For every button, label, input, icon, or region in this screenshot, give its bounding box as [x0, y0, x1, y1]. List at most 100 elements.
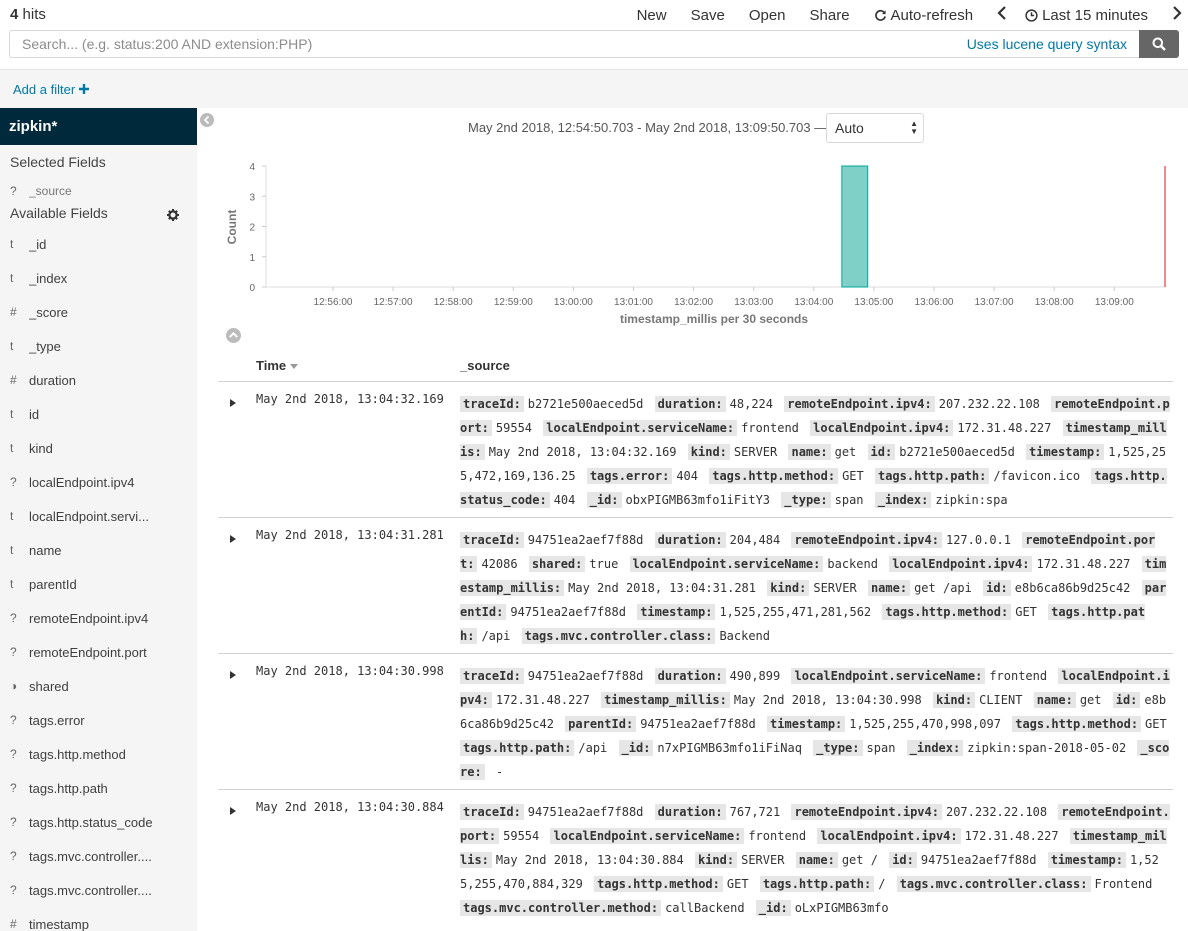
x-tick-label: 12:58:00	[434, 297, 473, 308]
gear-icon[interactable]	[167, 208, 179, 224]
source-field-key: id:	[1112, 692, 1141, 708]
field-type-icon: ?	[10, 475, 17, 489]
selected-field-item[interactable]: ? _source	[0, 176, 197, 205]
source-field-key: tags.http.path:	[759, 876, 875, 892]
x-tick-label: 13:01:00	[614, 297, 653, 308]
add-filter-button[interactable]: Add a filter	[13, 82, 89, 97]
time-back-button[interactable]	[997, 6, 1007, 24]
auto-refresh-label: Auto-refresh	[890, 6, 974, 24]
source-field-key: _id:	[755, 900, 791, 916]
source-field-key: traceId:	[460, 804, 524, 820]
documents-table: Time _source May 2nd 2018, 13:04:32.169 …	[218, 350, 1173, 931]
source-field-key: kind:	[687, 444, 730, 460]
available-field-item[interactable]: # timestamp	[0, 907, 197, 931]
available-field-item[interactable]: t _type	[0, 329, 197, 363]
y-tick-label: 4	[249, 162, 255, 173]
source-field-value: GET	[726, 877, 749, 891]
available-fields-header: Available Fields	[0, 205, 197, 227]
field-type-icon: ?	[10, 883, 17, 897]
source-field-value: e8b6ca86b9d25c42	[1014, 581, 1131, 595]
source-field-key: tags.mvc.controller.method:	[460, 900, 662, 916]
field-name: tags.error	[29, 712, 85, 728]
interval-select[interactable]: Auto ▲ ▼	[826, 113, 924, 143]
open-button[interactable]: Open	[749, 7, 786, 24]
collapse-sidebar-button[interactable]	[200, 113, 214, 130]
field-name: parentId	[29, 576, 77, 592]
table-header: Time _source	[218, 350, 1173, 382]
field-name: _source	[29, 183, 72, 198]
save-button[interactable]: Save	[691, 7, 725, 24]
available-field-item[interactable]: ? tags.http.path	[0, 771, 197, 805]
source-field-key: tags.http.method:	[1012, 716, 1142, 732]
share-button[interactable]: Share	[810, 7, 850, 24]
source-field-key: parentId:	[565, 716, 637, 732]
available-field-item[interactable]: t localEndpoint.servi...	[0, 499, 197, 533]
x-tick-label: 13:04:00	[794, 297, 833, 308]
row-timestamp: May 2nd 2018, 13:04:32.169	[256, 392, 444, 406]
available-field-item[interactable]: ? tags.mvc.controller....	[0, 839, 197, 873]
available-field-item[interactable]: ? tags.error	[0, 703, 197, 737]
x-tick-label: 12:59:00	[494, 297, 533, 308]
field-name: remoteEndpoint.port	[29, 644, 147, 660]
available-field-item[interactable]: ? tags.mvc.controller....	[0, 873, 197, 907]
source-field-key: remoteEndpoint.ipv4:	[791, 532, 942, 548]
source-field-key: localEndpoint.serviceName:	[550, 828, 745, 844]
available-field-item[interactable]: ? tags.http.status_code	[0, 805, 197, 839]
histogram-bar	[841, 165, 869, 288]
source-field-key: tags.error:	[586, 468, 673, 484]
field-name: id	[29, 406, 40, 422]
time-column-header[interactable]: Time	[256, 358, 298, 373]
available-field-item[interactable]: ? localEndpoint.ipv4	[0, 465, 197, 499]
available-field-item[interactable]: ? tags.http.method	[0, 737, 197, 771]
available-field-item[interactable]: t name	[0, 533, 197, 567]
available-field-item[interactable]: ? remoteEndpoint.ipv4	[0, 601, 197, 635]
available-field-item[interactable]: t _id	[0, 227, 197, 261]
available-field-item[interactable]: t _index	[0, 261, 197, 295]
field-type-icon: #	[10, 917, 17, 931]
chevron-left-circle-icon	[200, 113, 214, 127]
expand-row-button[interactable]	[230, 530, 236, 546]
source-field-value: SERVER	[733, 445, 778, 459]
available-field-item[interactable]: t parentId	[0, 567, 197, 601]
field-name: timestamp	[29, 916, 89, 931]
source-column-header: _source	[460, 358, 510, 373]
field-name: duration	[29, 372, 76, 388]
available-field-item[interactable]: ? remoteEndpoint.port	[0, 635, 197, 669]
source-field-value: 94751ea2aef7f88d	[640, 717, 756, 731]
time-forward-button[interactable]	[1172, 6, 1182, 24]
new-button[interactable]: New	[637, 7, 667, 24]
source-field-value: May 2nd 2018, 13:04:30.884	[495, 853, 684, 867]
search-button[interactable]	[1139, 30, 1179, 58]
available-field-item[interactable]: t kind	[0, 431, 197, 465]
field-type-icon: ?	[10, 713, 17, 727]
source-field-value: frontend	[741, 421, 799, 435]
lucene-syntax-link[interactable]: Uses lucene query syntax	[967, 36, 1127, 52]
y-tick-label: 3	[249, 192, 255, 203]
source-field-value: SERVER	[813, 581, 857, 595]
y-tick-label: 2	[249, 223, 255, 234]
field-name: name	[29, 542, 62, 558]
source-field-value: span	[866, 741, 896, 755]
source-field-value: GET	[842, 469, 864, 483]
source-field-key: tags.http.method:	[882, 604, 1012, 620]
expand-row-button[interactable]	[230, 394, 236, 410]
available-field-item[interactable]: # _score	[0, 295, 197, 329]
auto-refresh-button[interactable]: Auto-refresh	[874, 6, 974, 24]
source-field-value: 404	[676, 469, 698, 483]
available-field-item[interactable]: ◑ shared	[0, 669, 197, 703]
field-sidebar: zipkin* Selected Fields ? _source Availab…	[0, 108, 197, 931]
plus-icon	[78, 84, 89, 94]
field-name: tags.mvc.controller....	[29, 848, 152, 864]
expand-row-button[interactable]	[230, 666, 236, 682]
source-field-key: tags.mvc.controller.class:	[521, 628, 716, 644]
time-picker-button[interactable]: Last 15 minutes	[1025, 7, 1148, 24]
index-pattern-title[interactable]: zipkin*	[0, 108, 197, 145]
source-field-value: 767,721	[729, 805, 781, 819]
source-field-value: zipkin:spa	[935, 493, 1008, 507]
expand-row-button[interactable]	[230, 802, 236, 818]
collapse-chart-button[interactable]	[226, 328, 241, 346]
source-field-value: CLIENT	[979, 693, 1023, 707]
available-field-item[interactable]: t id	[0, 397, 197, 431]
source-field-value: span	[834, 493, 864, 507]
available-field-item[interactable]: # duration	[0, 363, 197, 397]
